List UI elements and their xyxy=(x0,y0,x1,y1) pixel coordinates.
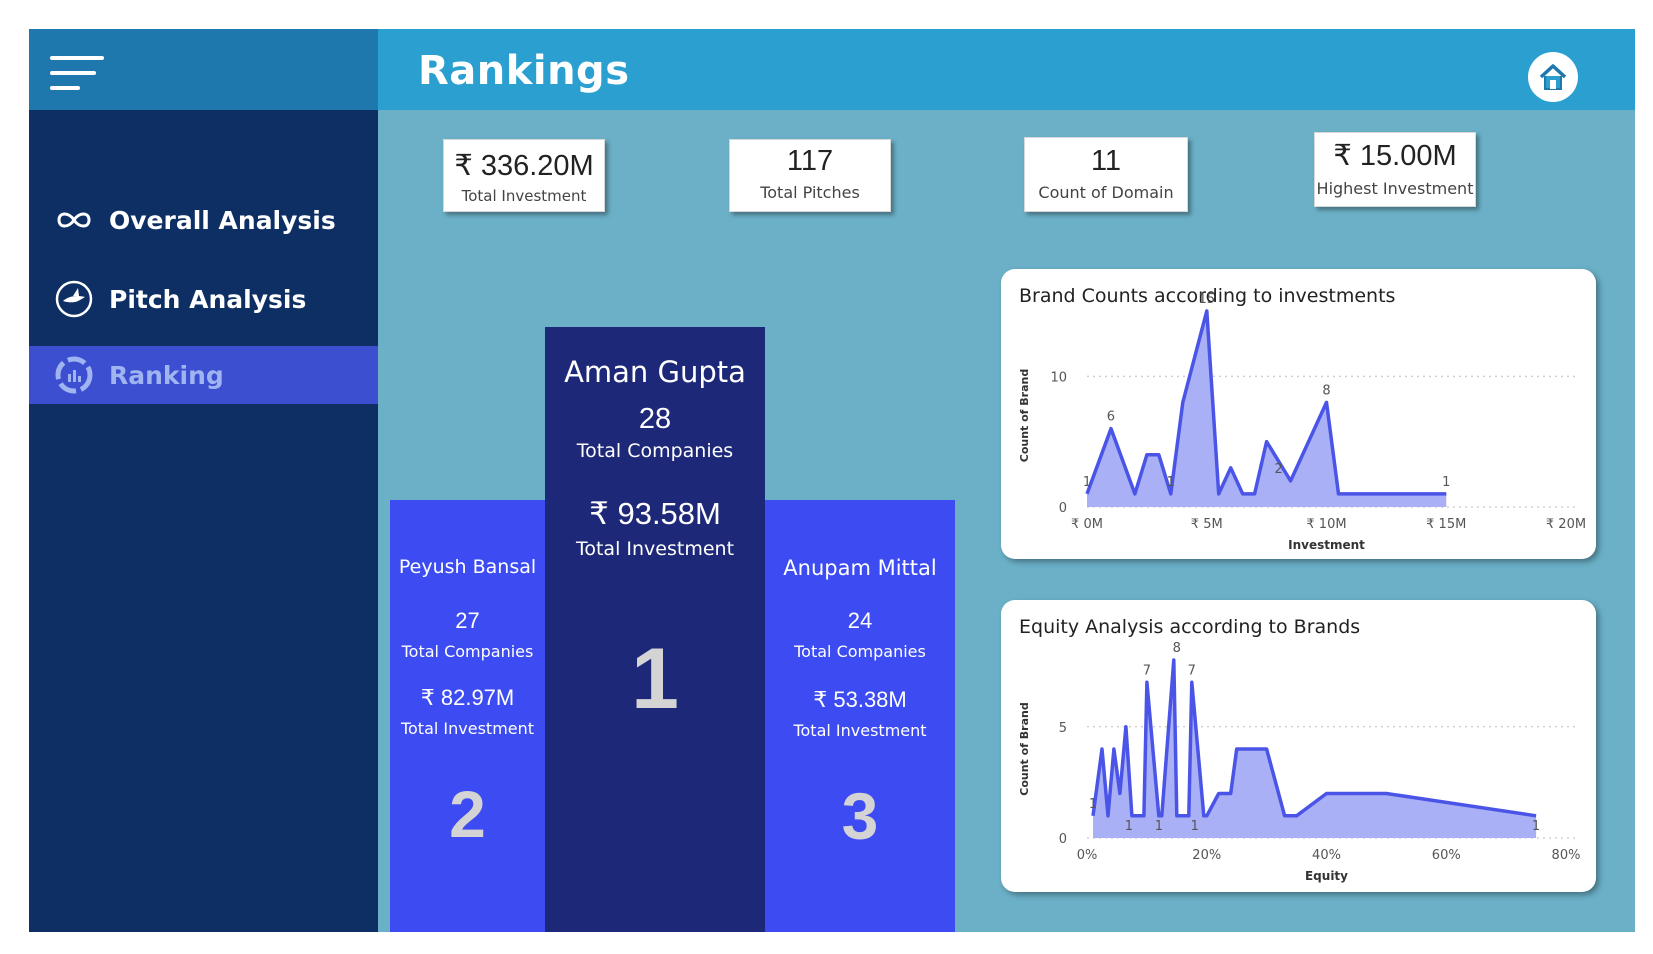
data-label: 1 xyxy=(1089,797,1097,812)
investment-value: ₹ 53.38M xyxy=(813,687,907,712)
home-button[interactable] xyxy=(1528,52,1578,102)
x-tick-label: 40% xyxy=(1312,848,1341,863)
kpi-value: ₹ 336.20M xyxy=(454,150,594,182)
hamburger-menu-icon[interactable] xyxy=(50,56,104,98)
investment-label: Total Investment xyxy=(400,719,535,738)
kpi-value: 117 xyxy=(786,145,834,177)
x-axis-title: Equity xyxy=(1305,869,1348,883)
investor-name: Aman Gupta xyxy=(564,355,746,389)
rank-number: 3 xyxy=(841,779,879,853)
data-label: 8 xyxy=(1322,383,1330,398)
kpi-total-investment: ₹ 336.20M Total Investment xyxy=(443,139,605,212)
podium-first: Aman Gupta 28 Total Companies ₹ 93.58M T… xyxy=(545,327,765,932)
rank-number: 1 xyxy=(631,631,679,727)
infinity-icon xyxy=(53,199,95,241)
x-tick-label: ₹ 20M xyxy=(1546,517,1586,532)
investment-value: ₹ 82.97M xyxy=(420,685,515,710)
data-label: 1 xyxy=(1125,819,1133,834)
x-axis-title: Investment xyxy=(1288,538,1365,552)
companies-count: 27 xyxy=(455,608,480,633)
companies-label: Total Companies xyxy=(576,440,734,462)
data-label: 1 xyxy=(1532,819,1540,834)
x-tick-label: ₹ 15M xyxy=(1426,517,1466,532)
x-tick-label: 20% xyxy=(1192,848,1221,863)
y-tick-label: 0 xyxy=(1059,501,1067,516)
data-label: 7 xyxy=(1143,663,1151,678)
kpi-highest-investment: ₹ 15.00M Highest Investment xyxy=(1314,132,1476,207)
data-label: 6 xyxy=(1107,410,1115,425)
sidebar-item-label: Overall Analysis xyxy=(109,205,336,235)
data-label: 1 xyxy=(1191,819,1199,834)
kpi-total-pitches: 117 Total Pitches xyxy=(729,139,891,212)
data-label: 1 xyxy=(1083,475,1091,490)
page-title: Rankings xyxy=(418,48,630,94)
data-label: 1 xyxy=(1442,475,1450,490)
data-label: 8 xyxy=(1173,641,1181,656)
equity-analysis-chart: 050% 20% 40% 60% 80%1171871 1EquityCount of B… xyxy=(1018,641,1581,883)
sidebar-item-overall-analysis[interactable]: Overall Analysis xyxy=(29,191,378,249)
y-axis-title: Count of Brand xyxy=(1018,702,1031,796)
x-tick-label: 0% xyxy=(1077,848,1098,863)
companies-count: 28 xyxy=(638,403,672,435)
kpi-label: Highest Investment xyxy=(1316,179,1474,198)
x-tick-label: ₹ 10M xyxy=(1306,517,1346,532)
sidebar-item-label: Pitch Analysis xyxy=(109,284,307,314)
brand-counts-chart-card: Brand Counts according to investments 01… xyxy=(1001,269,1596,559)
investment-label: Total Investment xyxy=(575,538,735,560)
y-axis-title: Count of Brand xyxy=(1018,369,1031,463)
equity-analysis-chart-card: Equity Analysis according to Brands 0 5 0%… xyxy=(1001,600,1596,892)
sidebar-item-label: Ranking xyxy=(109,360,224,390)
data-label: 7 xyxy=(1188,663,1196,678)
kpi-label: Total Investment xyxy=(461,187,587,205)
investment-value: ₹ 93.58M xyxy=(589,496,721,531)
investment-label: Total Investment xyxy=(793,721,927,740)
data-label: 15 xyxy=(1198,292,1215,307)
sidebar-item-pitch-analysis[interactable]: Pitch Analysis xyxy=(29,270,378,328)
kpi-count-of-domain: 11 Count of Domain xyxy=(1024,137,1188,212)
kpi-label: Total Pitches xyxy=(760,183,860,202)
data-label: 2 xyxy=(1274,462,1282,477)
companies-label: Total Companies xyxy=(794,642,926,661)
y-tick-label: 10 xyxy=(1050,370,1067,385)
investor-name: Anupam Mittal xyxy=(783,556,937,580)
y-tick-label: 0 xyxy=(1059,832,1067,847)
shark-icon xyxy=(53,278,95,320)
home-icon xyxy=(1539,64,1567,90)
x-tick-label: ₹ 0M xyxy=(1071,517,1103,532)
data-label: 1 xyxy=(1155,819,1163,834)
x-tick-label: 60% xyxy=(1432,848,1461,863)
x-tick-label: 80% xyxy=(1552,848,1581,863)
kpi-value: 11 xyxy=(1090,145,1122,177)
investor-name: Peyush Bansal xyxy=(398,556,537,578)
kpi-value: ₹ 15.00M xyxy=(1333,140,1457,172)
series-line xyxy=(1091,658,1537,818)
y-tick-label: 5 xyxy=(1059,721,1067,736)
sidebar-item-ranking[interactable]: Ranking xyxy=(29,346,378,404)
brand-counts-chart: 0 10 ₹ 0M ₹ 5M ₹ 10M ₹ 15M ₹ 20M 1 6 1 15 2 8 1 Invest… xyxy=(1018,292,1586,552)
rank-number: 2 xyxy=(449,777,486,851)
companies-label: Total Companies xyxy=(401,642,534,661)
x-tick-label: ₹ 5M xyxy=(1191,517,1223,532)
podium-second: Peyush Bansal 27 Total Companies ₹ 82.97… xyxy=(390,500,545,932)
data-label: 1 xyxy=(1167,475,1175,490)
kpi-label: Count of Domain xyxy=(1038,183,1174,202)
ranking-icon xyxy=(53,354,95,396)
companies-count: 24 xyxy=(847,608,873,633)
podium-third: Anupam Mittal 24 Total Companies ₹ 53.38… xyxy=(765,500,955,932)
